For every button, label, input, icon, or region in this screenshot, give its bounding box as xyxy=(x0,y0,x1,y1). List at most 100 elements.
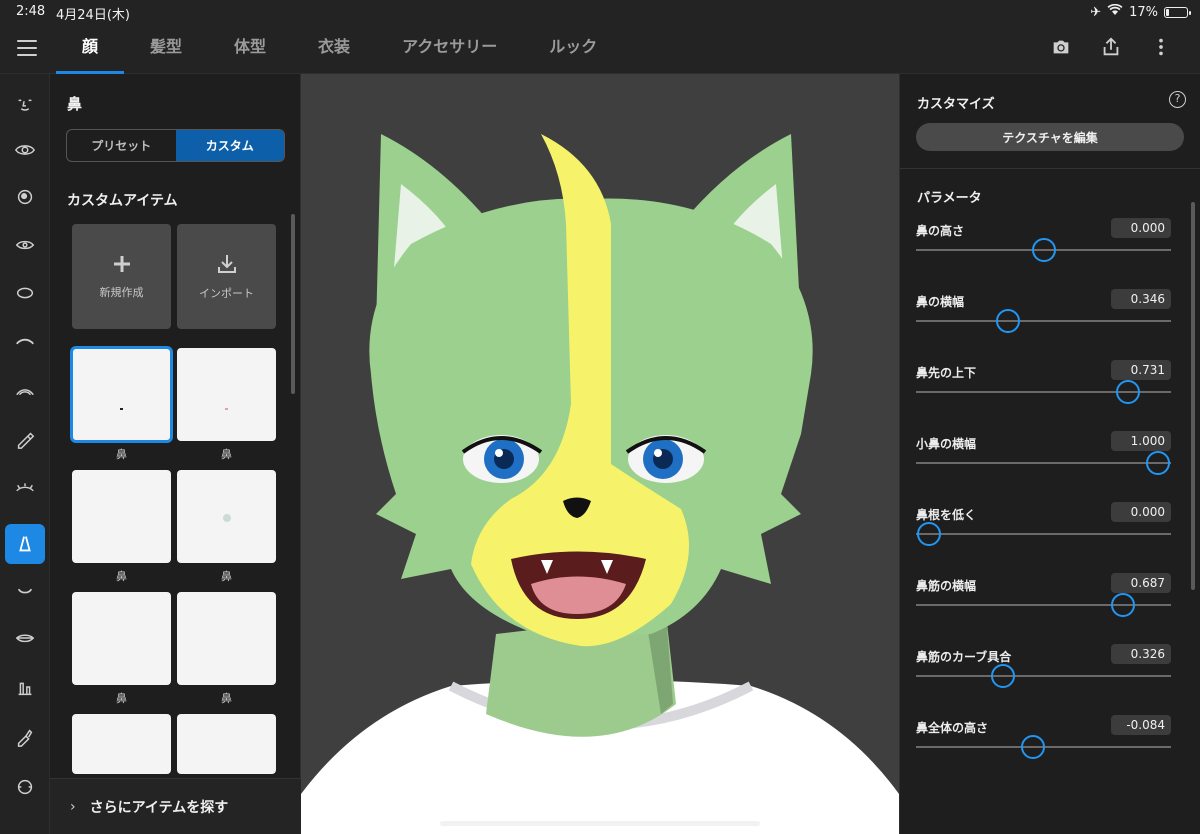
param-value-field[interactable]: 1.000 xyxy=(1111,431,1171,451)
nose-item-6[interactable] xyxy=(177,592,276,685)
face-icon[interactable] xyxy=(5,84,45,124)
avatar-preview xyxy=(301,134,899,834)
parameter-scrollbar[interactable] xyxy=(1191,202,1195,590)
top-nav: 顔 髪型 体型 衣装 アクセサリー ルック xyxy=(0,24,1200,74)
chevron-right-icon: › xyxy=(70,798,76,815)
plus-icon xyxy=(113,255,130,272)
mouth-icon[interactable] xyxy=(5,571,45,611)
eyelid-icon[interactable] xyxy=(5,371,45,411)
item-panel: 鼻 プリセット カスタム カスタムアイテム 新規作成 インポート 鼻 鼻 鼻 鼻… xyxy=(50,74,301,834)
slider-knob[interactable] xyxy=(1021,735,1046,759)
more-vert-icon[interactable] xyxy=(1150,36,1172,58)
status-date: 4月24日(木) xyxy=(56,8,130,23)
param-value-field[interactable]: 0.000 xyxy=(1111,218,1171,238)
tab-hair[interactable]: 髪型 xyxy=(124,24,208,74)
eyeliner-icon[interactable] xyxy=(5,419,45,459)
import-button[interactable]: インポート xyxy=(177,224,276,329)
help-icon[interactable]: ? xyxy=(1169,91,1186,108)
status-bar: 2:48 4月24日(木) ✈ 17% xyxy=(0,0,1200,24)
ear-icon[interactable] xyxy=(5,767,45,807)
share-icon[interactable] xyxy=(1100,36,1122,58)
nose-icon[interactable] xyxy=(5,524,45,564)
slider-knob[interactable] xyxy=(1031,238,1056,262)
wifi-icon xyxy=(1107,3,1123,20)
param-value-field[interactable]: 0.000 xyxy=(1111,502,1171,522)
nose-item-4[interactable] xyxy=(177,470,276,563)
eyelash-icon[interactable] xyxy=(5,468,45,508)
slider-knob[interactable] xyxy=(916,522,941,546)
segment-custom[interactable]: カスタム xyxy=(175,130,284,161)
param-nose-width: 鼻の横幅 0.346 xyxy=(916,289,1171,353)
custom-items-title: カスタムアイテム xyxy=(67,193,178,209)
param-value-field[interactable]: 0.326 xyxy=(1111,644,1171,664)
preset-custom-toggle: プリセット カスタム xyxy=(66,129,285,162)
eye-outline-icon[interactable] xyxy=(5,225,45,265)
status-indicators: ✈ 17% xyxy=(1090,3,1191,20)
teeth-icon[interactable] xyxy=(5,667,45,707)
item-caption: 鼻 xyxy=(221,448,232,461)
slider-knob[interactable] xyxy=(1115,380,1140,404)
find-more-items-button[interactable]: › さらにアイテムを探す xyxy=(50,778,301,834)
camera-icon[interactable] xyxy=(1050,36,1072,58)
category-tabs: 顔 髪型 体型 衣装 アクセサリー ルック xyxy=(56,24,623,74)
slider-track[interactable] xyxy=(916,735,1171,759)
nose-item-7[interactable] xyxy=(72,714,171,774)
import-icon xyxy=(217,254,236,273)
customize-title: カスタマイズ xyxy=(917,97,995,112)
airplane-icon: ✈ xyxy=(1090,4,1102,20)
item-caption: 鼻 xyxy=(116,448,127,461)
param-value-field[interactable]: -0.084 xyxy=(1111,715,1171,735)
battery-percent: 17% xyxy=(1129,4,1158,20)
param-value-field[interactable]: 0.687 xyxy=(1111,573,1171,593)
slider-knob[interactable] xyxy=(1110,593,1135,617)
tab-body[interactable]: 体型 xyxy=(208,24,292,74)
slider-track[interactable] xyxy=(916,309,1171,333)
home-indicator[interactable] xyxy=(440,821,760,826)
section-title: 鼻 xyxy=(67,95,83,113)
slider-knob[interactable] xyxy=(1146,451,1171,475)
nose-item-3[interactable] xyxy=(72,470,171,563)
slider-track[interactable] xyxy=(916,380,1171,404)
avatar-viewport[interactable] xyxy=(301,74,899,834)
tab-accessory[interactable]: アクセサリー xyxy=(376,24,523,74)
edit-texture-button[interactable]: テクスチャを編集 xyxy=(916,123,1184,151)
face-contour-icon[interactable] xyxy=(5,273,45,313)
param-nose-root-lower: 鼻根を低く 0.000 xyxy=(916,502,1171,566)
divider xyxy=(900,168,1200,169)
item-caption: 鼻 xyxy=(116,692,127,705)
nose-item-5[interactable] xyxy=(72,592,171,685)
param-nostril-width: 小鼻の横幅 1.000 xyxy=(916,431,1171,495)
slider-track[interactable] xyxy=(916,522,1171,546)
slider-track[interactable] xyxy=(916,664,1171,688)
param-value-field[interactable]: 0.346 xyxy=(1111,289,1171,309)
tab-look[interactable]: ルック xyxy=(523,24,623,74)
face-part-rail xyxy=(0,74,50,834)
tab-outfit[interactable]: 衣装 xyxy=(292,24,376,74)
segment-preset[interactable]: プリセット xyxy=(67,130,176,161)
slider-knob[interactable] xyxy=(995,309,1020,333)
customize-panel: カスタマイズ ? テクスチャを編集 パラメータ 鼻の高さ 0.000 鼻の横幅 … xyxy=(899,74,1200,834)
eye-icon[interactable] xyxy=(5,130,45,170)
slider-track[interactable] xyxy=(916,451,1171,475)
menu-icon[interactable] xyxy=(17,40,37,58)
eyebrow-icon[interactable] xyxy=(5,322,45,362)
slider-track[interactable] xyxy=(916,593,1171,617)
param-nose-height: 鼻の高さ 0.000 xyxy=(916,218,1171,282)
slider-knob[interactable] xyxy=(990,664,1015,688)
param-bridge-curve: 鼻筋のカーブ具合 0.326 xyxy=(916,644,1171,708)
tab-face[interactable]: 顔 xyxy=(56,24,125,74)
nose-item-8[interactable] xyxy=(177,714,276,774)
param-value-field[interactable]: 0.731 xyxy=(1111,360,1171,380)
eyeball-icon[interactable] xyxy=(5,177,45,217)
lips-icon[interactable] xyxy=(5,618,45,658)
lipstick-icon[interactable] xyxy=(5,717,45,757)
nose-item-1[interactable] xyxy=(70,346,173,443)
new-item-button[interactable]: 新規作成 xyxy=(72,224,171,329)
item-scrollbar[interactable] xyxy=(291,214,295,394)
slider-track[interactable] xyxy=(916,238,1171,262)
param-nose-tip-vertical: 鼻先の上下 0.731 xyxy=(916,360,1171,424)
nose-item-2[interactable] xyxy=(177,348,276,441)
parameters-title: パラメータ xyxy=(917,191,982,206)
item-caption: 鼻 xyxy=(221,570,232,583)
top-actions xyxy=(1050,36,1172,58)
